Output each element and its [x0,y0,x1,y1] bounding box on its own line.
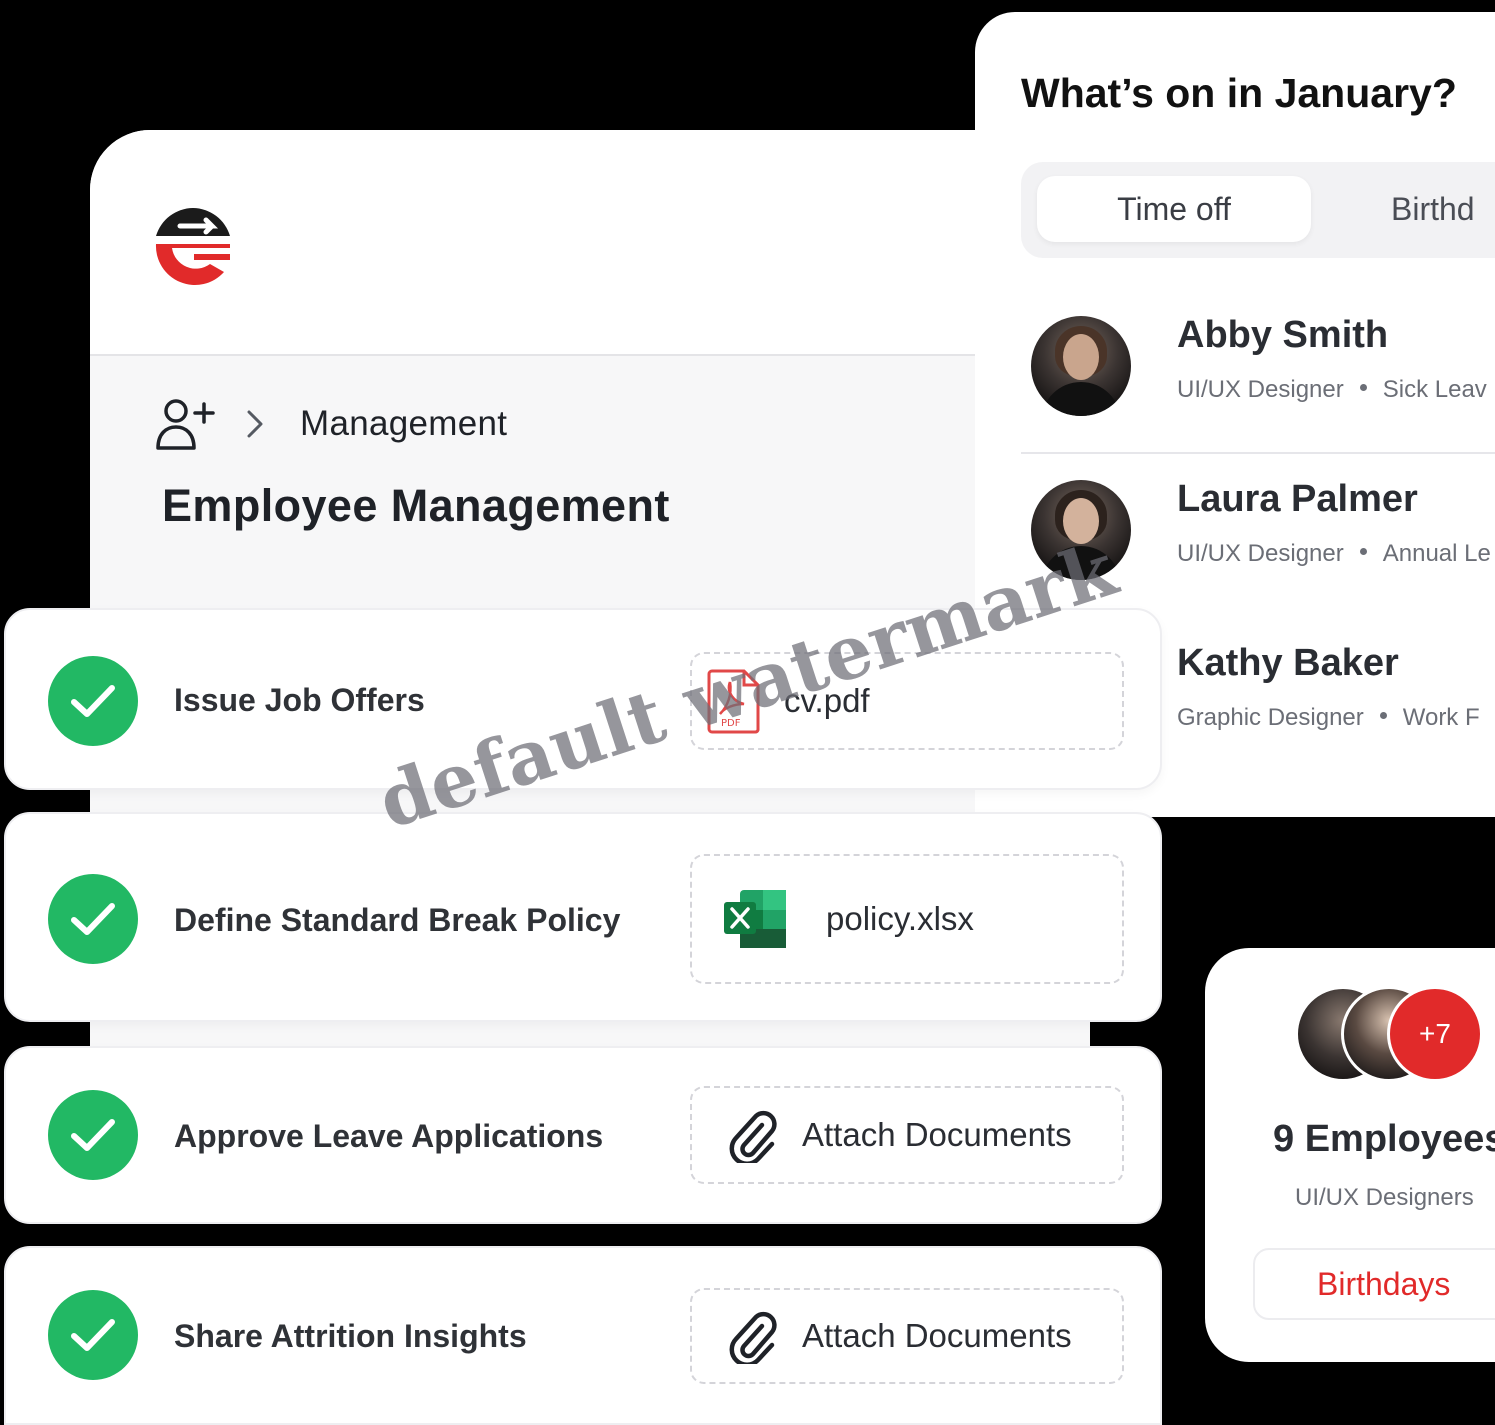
task-card-issue-job-offers: Issue Job Offers PDF cv.pdf [4,608,1162,790]
leave-type: Work F [1402,704,1480,731]
avatar [1031,480,1131,580]
task-card-approve-leave: Approve Leave Applications Attach Docume… [4,1046,1162,1224]
team-summary-card: +7 9 Employees UI/UX Designers Birthdays [1205,948,1495,1362]
check-icon[interactable] [48,874,138,964]
leave-type: Sick Leav [1382,376,1487,403]
paperclip-icon [729,1311,777,1364]
task-label: Define Standard Break Policy [174,902,621,938]
person-name: Kathy Baker [1177,642,1399,684]
check-icon[interactable] [48,1090,138,1180]
attach-documents-button[interactable]: Attach Documents [690,1086,1124,1184]
person-name: Laura Palmer [1177,478,1418,520]
company-logo-icon[interactable] [150,204,236,290]
task-label: Share Attrition Insights [174,1318,527,1354]
employee-count: 9 Employees [1273,1118,1495,1160]
breadcrumb: Management [156,396,507,452]
attach-label: Attach Documents [802,1317,1072,1354]
app-header [90,130,1090,356]
leave-type: Annual Le [1382,540,1491,567]
file-name: cv.pdf [784,682,870,719]
birthdays-button[interactable]: Birthdays [1253,1248,1495,1320]
file-attachment[interactable]: PDF cv.pdf [690,652,1124,750]
separator-dot [1379,712,1387,720]
svg-text:PDF: PDF [721,718,741,729]
person-details: UI/UX Designer Sick Leav [1177,376,1487,404]
task-card-define-break-policy: Define Standard Break Policy policy.xlsx [4,812,1162,1022]
excel-file-icon [724,890,786,948]
add-user-icon[interactable] [156,398,216,450]
avatar-stack[interactable]: +7 [1295,986,1495,1086]
calendar-title: What’s on in January? [1021,70,1457,116]
chevron-right-icon [247,410,263,438]
task-card-share-attrition: Share Attrition Insights Attach Document… [4,1246,1162,1425]
calendar-tabs: Time off Birthd [1021,162,1495,258]
tab-time-off[interactable]: Time off [1037,176,1311,242]
person-details: Graphic Designer Work F [1177,704,1480,732]
file-name: policy.xlsx [826,900,974,937]
person-role: UI/UX Designer [1177,540,1344,567]
page-title: Employee Management [162,480,670,531]
more-employees-badge: +7 [1387,986,1483,1082]
team-role: UI/UX Designers [1295,1184,1474,1211]
check-icon[interactable] [48,656,138,746]
person-role: Graphic Designer [1177,704,1364,731]
tab-birthdays[interactable]: Birthd [1391,176,1495,242]
separator-dot [1359,548,1367,556]
pdf-file-icon: PDF [707,669,760,734]
breadcrumb-current[interactable]: Management [300,404,507,444]
list-item[interactable]: Laura Palmer UI/UX Designer Annual Le [1021,468,1495,618]
task-label: Approve Leave Applications [174,1118,604,1154]
avatar [1031,316,1131,416]
separator-dot [1359,384,1367,392]
list-item[interactable]: Abby Smith UI/UX Designer Sick Leav [1021,304,1495,454]
paperclip-icon [729,1110,777,1163]
person-details: UI/UX Designer Annual Le [1177,540,1491,568]
attach-label: Attach Documents [802,1116,1072,1153]
person-name: Abby Smith [1177,314,1389,356]
file-attachment[interactable]: policy.xlsx [690,854,1124,984]
attach-documents-button[interactable]: Attach Documents [690,1288,1124,1384]
check-icon[interactable] [48,1290,138,1380]
task-label: Issue Job Offers [174,682,425,718]
person-role: UI/UX Designer [1177,376,1344,403]
